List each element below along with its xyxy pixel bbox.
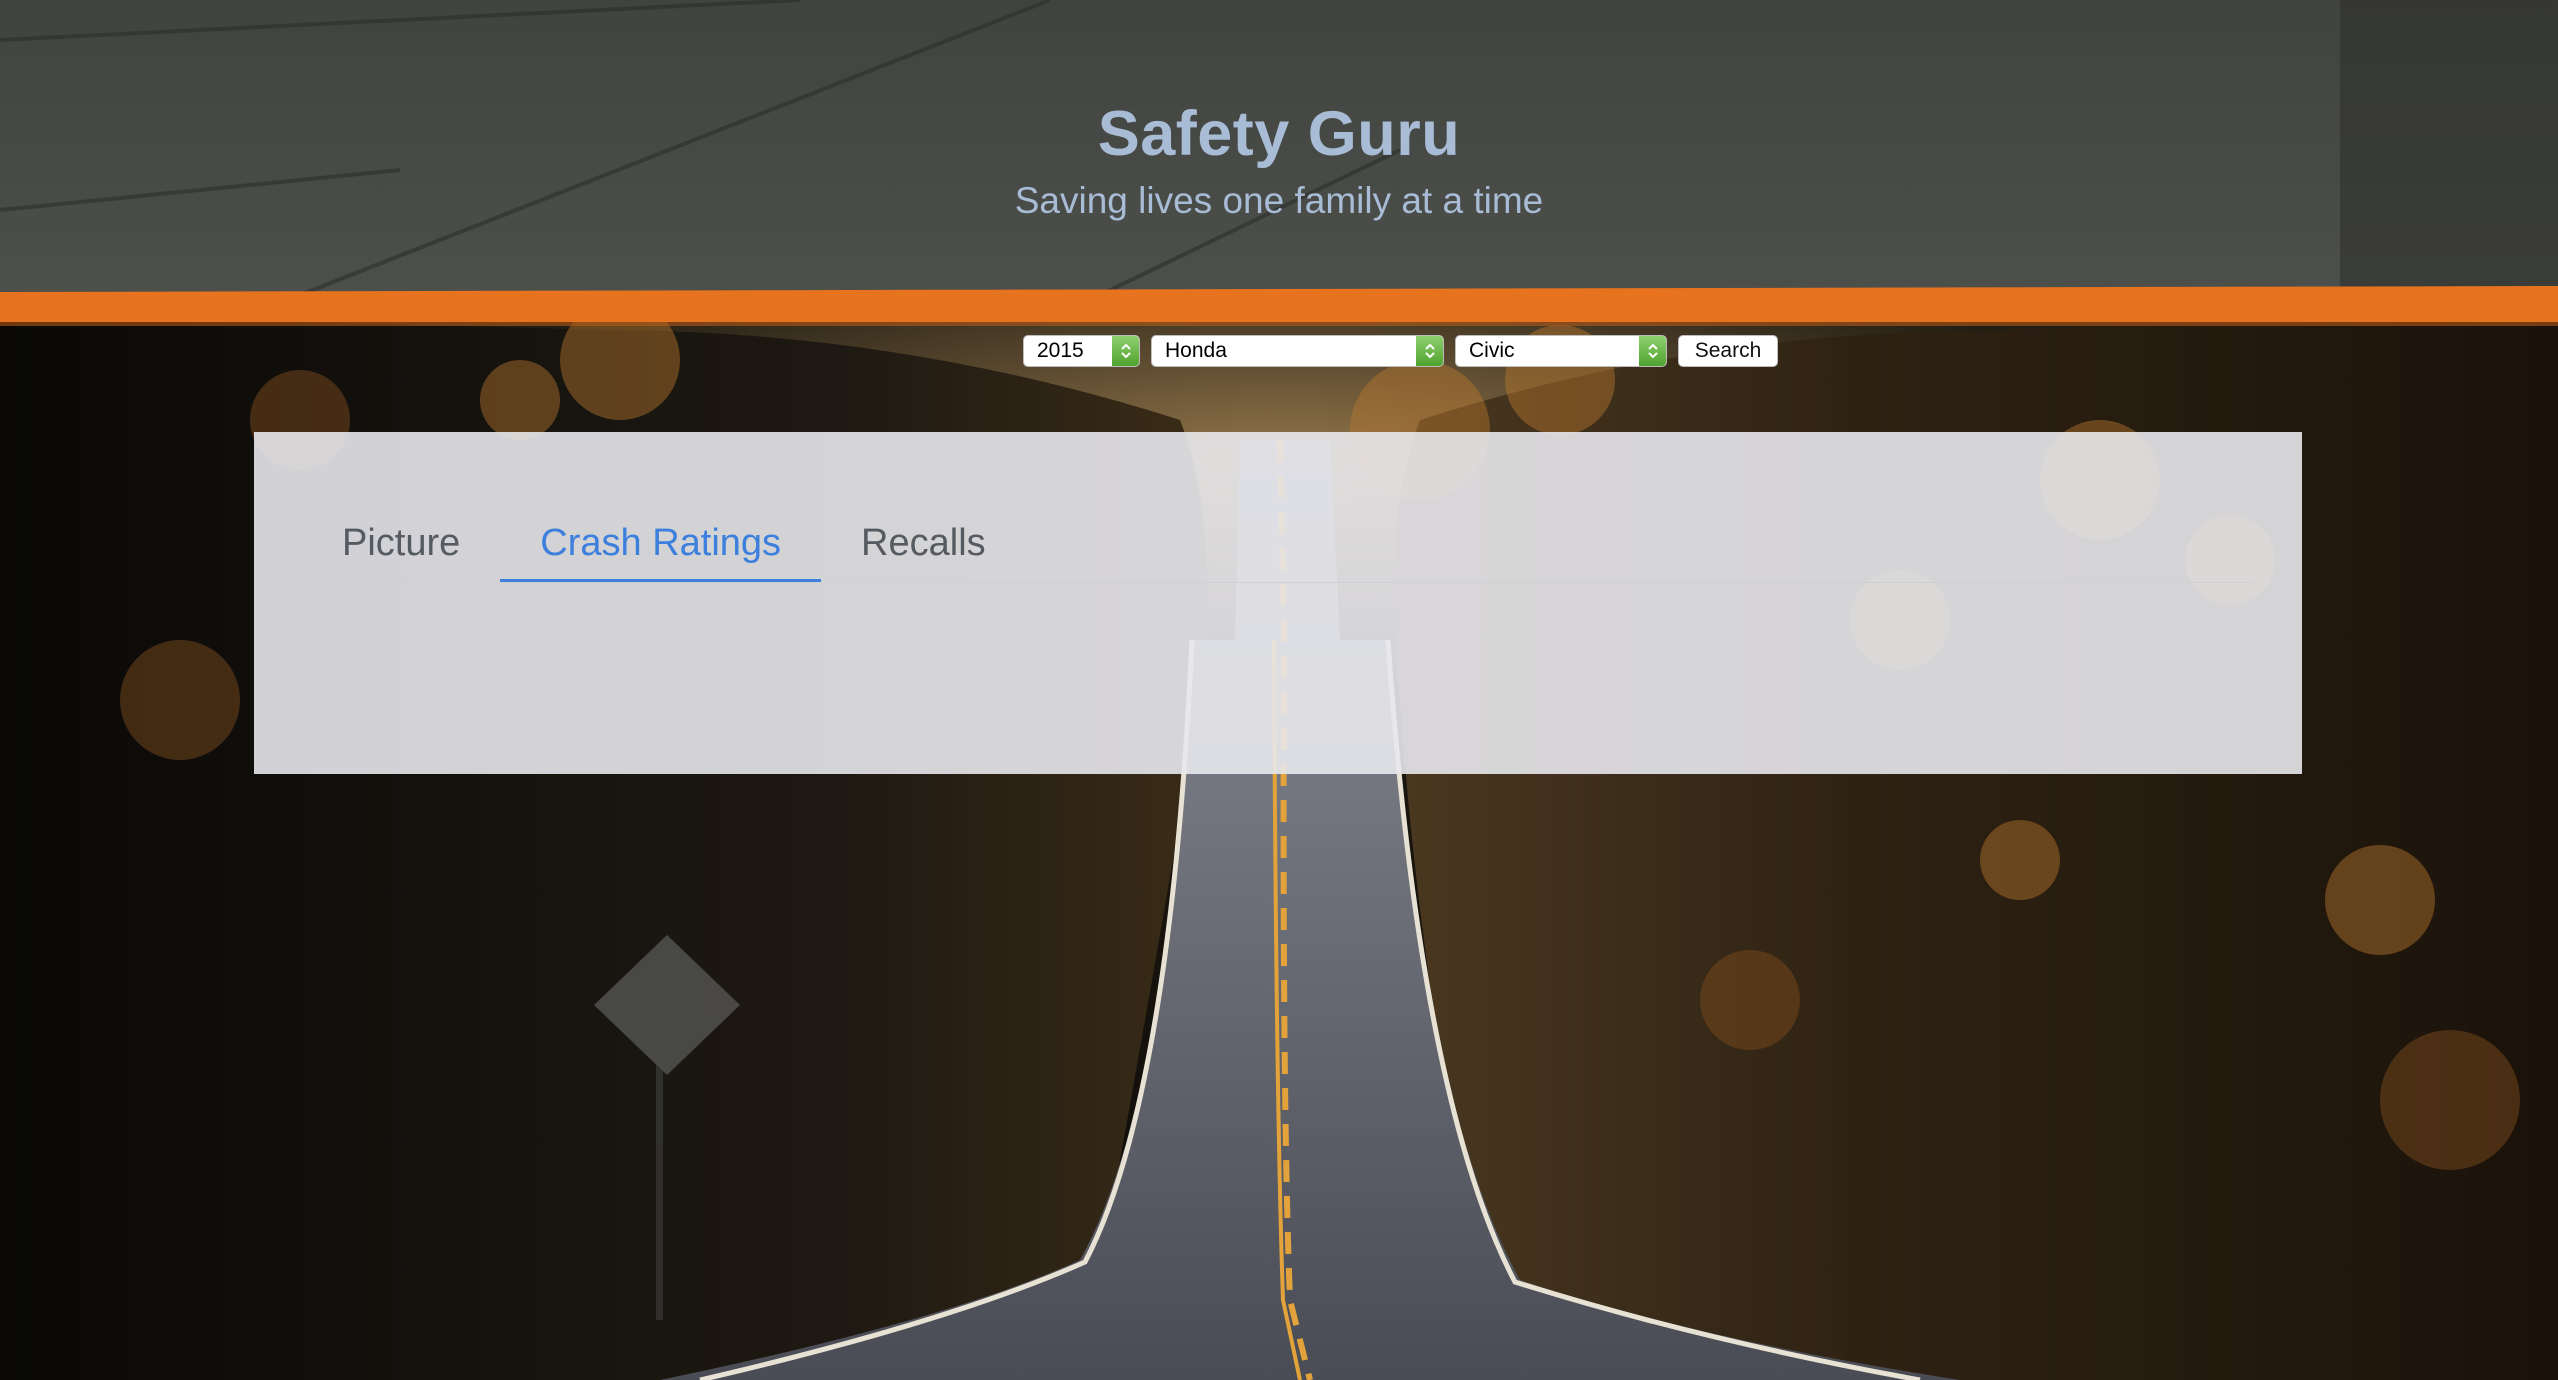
model-select-value: Civic <box>1469 339 1515 362</box>
site-header: Safety Guru Saving lives one family at a… <box>0 0 2558 295</box>
search-button[interactable]: Search <box>1678 335 1778 367</box>
up-down-chevron-icon <box>1416 336 1443 366</box>
tab-recalls[interactable]: Recalls <box>821 522 1026 582</box>
model-select[interactable]: Civic <box>1455 335 1667 367</box>
tab-crash-ratings[interactable]: Crash Ratings <box>500 522 822 582</box>
page: Safety Guru Saving lives one family at a… <box>0 0 2558 1380</box>
make-select-value: Honda <box>1165 339 1227 362</box>
up-down-chevron-icon <box>1112 336 1139 366</box>
site-subtitle: Saving lives one family at a time <box>1014 180 1544 221</box>
tab-bar: Picture Crash Ratings Recalls <box>302 522 2254 583</box>
year-select-value: 2015 <box>1037 339 1084 362</box>
vehicle-search-bar: 2015 Honda Civic Search <box>1023 334 1778 368</box>
content-panel: Picture Crash Ratings Recalls <box>254 432 2302 774</box>
site-title: Safety Guru <box>1097 99 1461 169</box>
tab-picture[interactable]: Picture <box>302 522 500 582</box>
year-select[interactable]: 2015 <box>1023 335 1140 367</box>
up-down-chevron-icon <box>1639 336 1666 366</box>
make-select[interactable]: Honda <box>1151 335 1444 367</box>
